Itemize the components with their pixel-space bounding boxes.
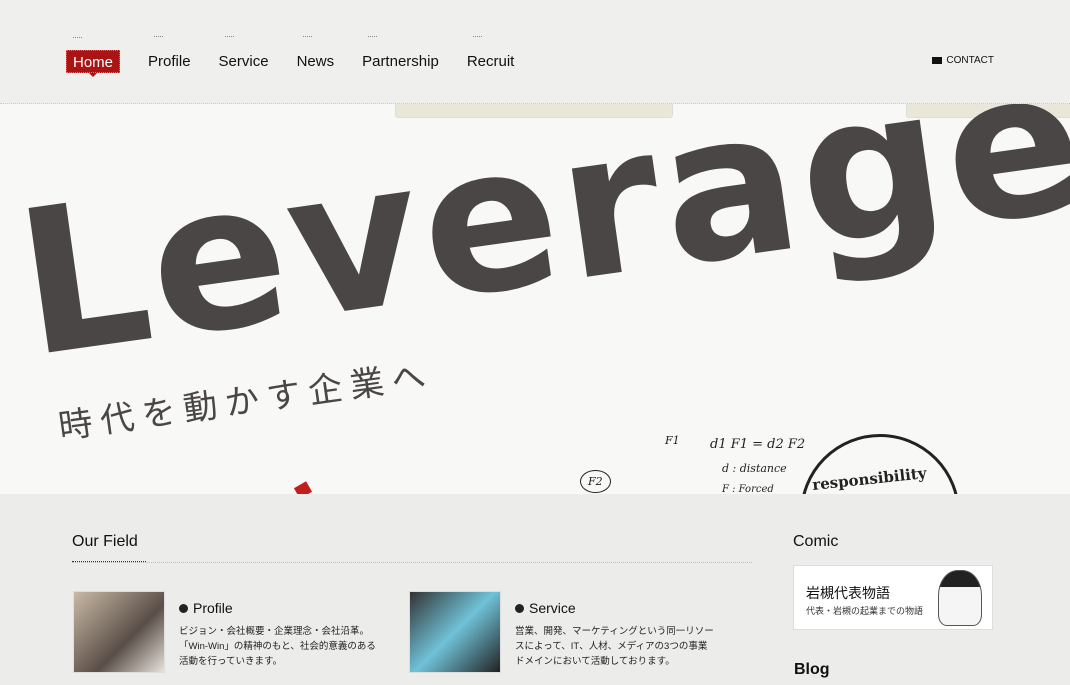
nav-profile[interactable]: Profile [148, 36, 191, 73]
hero-f2: F2 [580, 470, 611, 493]
field-card-service[interactable]: Service 営業、開発、マーケティングという同一リソースによって、IT、人材… [409, 591, 715, 673]
hero-distance: d : distance [722, 462, 787, 475]
nav-partnership[interactable]: Partnership [362, 36, 439, 73]
comic-title: 岩槻代表物語 [806, 585, 890, 601]
profile-link[interactable]: Profile [179, 600, 379, 616]
nav-recruit[interactable]: Recruit [467, 36, 514, 73]
comic-heading: Comic [793, 533, 839, 550]
service-desc: 営業、開発、マーケティングという同一リソースによって、IT、人材、メディアの3つ… [515, 626, 714, 667]
nav-home[interactable]: Home [66, 37, 121, 77]
header: Home Profile Service News Partnership Re… [0, 0, 1070, 104]
comic-banner[interactable]: 岩槻代表物語 代表・岩槻の起業までの物語 [793, 565, 993, 630]
nav-news[interactable]: News [297, 36, 334, 73]
arrow-circle-icon [515, 603, 524, 613]
divider [72, 562, 752, 563]
blog-heading: Blog [794, 661, 830, 678]
hero-formula: d1 F1 = d2 F2 [710, 437, 806, 452]
comic-portrait [938, 570, 982, 626]
contact-label: CONTACT [946, 55, 994, 66]
contact-link[interactable]: CONTACT [932, 55, 994, 66]
profile-desc: ビジョン・会社概要・企業理念・会社沿革。「Win-Win」の精神のもと、社会的意… [179, 626, 376, 667]
service-title: Service [529, 600, 576, 616]
profile-photo[interactable] [73, 591, 165, 673]
service-photo[interactable] [409, 591, 501, 673]
comic-subtitle: 代表・岩槻の起業までの物語 [806, 606, 924, 616]
divider-accent [72, 561, 146, 562]
service-link[interactable]: Service [515, 600, 715, 616]
nav-service[interactable]: Service [219, 36, 269, 73]
hero-f1: F1 [665, 434, 680, 447]
our-field-heading: Our Field [72, 533, 138, 550]
main-nav: Home Profile Service News Partnership Re… [66, 36, 542, 77]
profile-title: Profile [193, 600, 233, 616]
hero-forced: F : Forced [722, 484, 774, 494]
arrow-circle-icon [179, 603, 188, 613]
mail-icon [932, 57, 943, 64]
field-card-profile[interactable]: Profile ビジョン・会社概要・企業理念・会社沿革。「Win-Win」の精神… [73, 591, 379, 673]
